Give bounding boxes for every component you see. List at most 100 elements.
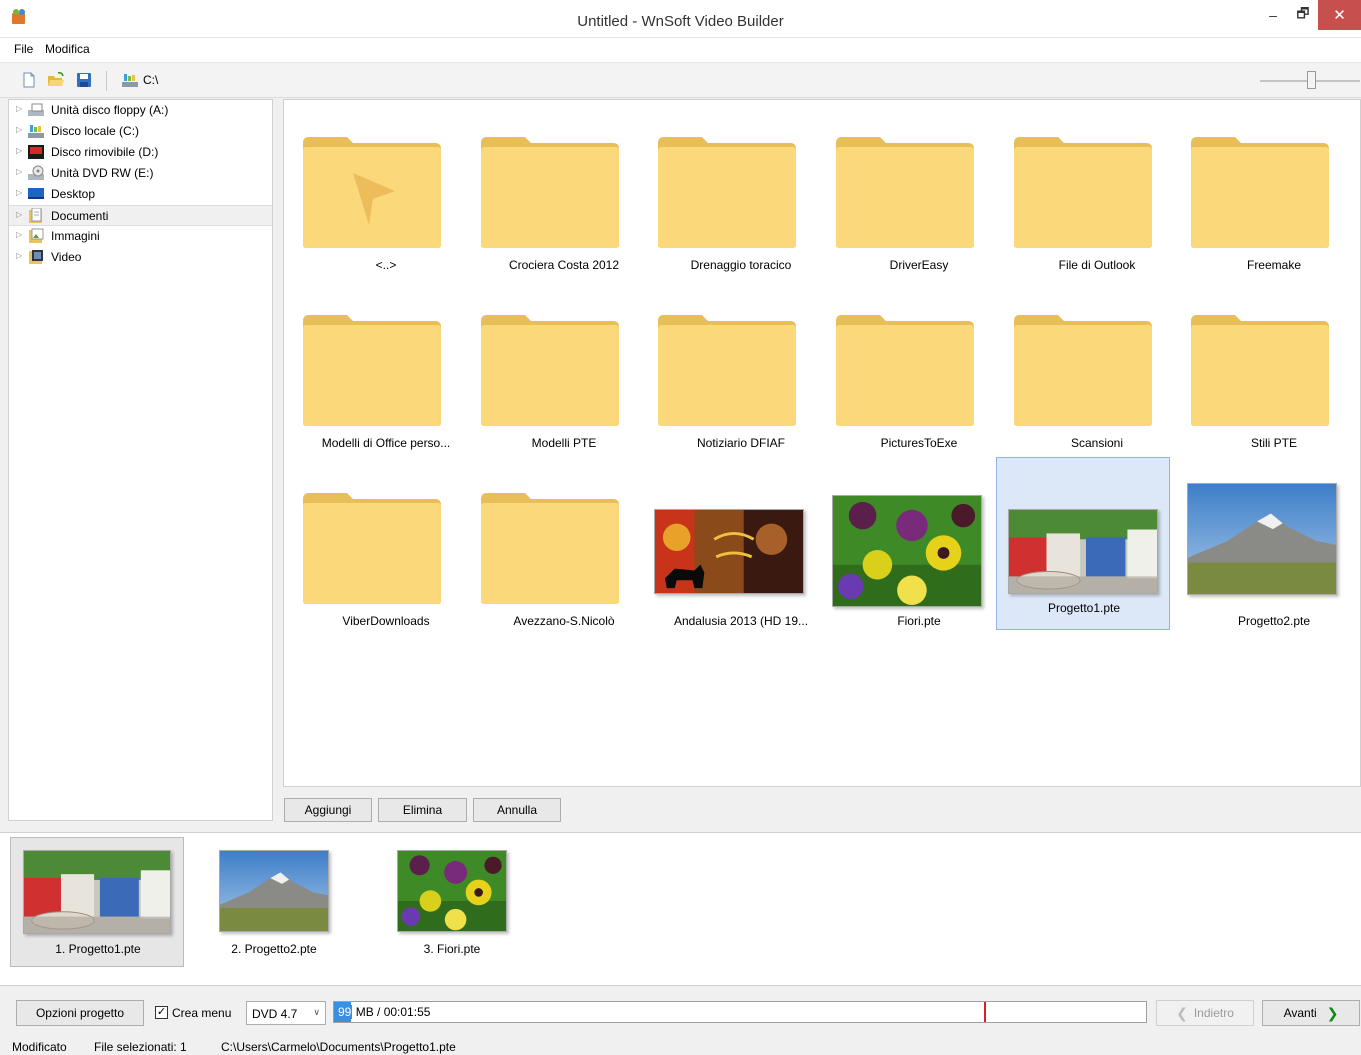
- zoom-slider-handle[interactable]: [1307, 71, 1316, 89]
- save-icon[interactable]: [75, 71, 93, 89]
- file-label: Drenaggio toracico: [690, 258, 792, 272]
- slide-item-selected[interactable]: 1. Progetto1.pte: [10, 837, 184, 967]
- file-label: Stili PTE: [1250, 436, 1297, 450]
- expand-arrow-icon[interactable]: ▷: [16, 104, 22, 113]
- file-label: Progetto2.pte: [1237, 614, 1311, 628]
- expand-arrow-icon[interactable]: ▷: [16, 210, 22, 219]
- file-tile-folder[interactable]: File di Outlook: [1009, 114, 1183, 287]
- tree-item-label: Disco locale (C:): [51, 124, 140, 138]
- folder-icon: [836, 137, 974, 248]
- next-button[interactable]: Avanti ❯: [1262, 1000, 1360, 1026]
- file-tile-folder[interactable]: Scansioni: [1009, 292, 1183, 465]
- expand-arrow-icon[interactable]: ▷: [16, 167, 22, 176]
- file-tile-project[interactable]: Progetto2.pte: [1186, 470, 1360, 643]
- tree-item-label: Disco rimovibile (D:): [51, 145, 159, 159]
- file-tile-folder[interactable]: Modelli PTE: [476, 292, 650, 465]
- tree-item-video[interactable]: ▷ Video: [9, 247, 272, 268]
- mountain-thumbnail: [1187, 483, 1337, 595]
- tree-item-local-disk[interactable]: ▷ Disco locale (C:): [9, 121, 272, 142]
- expand-arrow-icon[interactable]: ▷: [16, 251, 22, 260]
- status-selected-count: File selezionati: 1: [94, 1040, 187, 1054]
- folder-tree: ▷ Unità disco floppy (A:) ▷ Disco locale…: [8, 99, 273, 821]
- toolbar: C:\: [0, 62, 1361, 98]
- file-label: Fiori.pte: [897, 614, 941, 628]
- progress-summary: MB / 00:01:55: [355, 1005, 431, 1019]
- folder-icon: [1191, 315, 1329, 426]
- progress-text: 99 MB / 00:01:55: [337, 1005, 430, 1019]
- drive-icon[interactable]: [121, 71, 139, 89]
- progress-number: 99: [337, 1005, 353, 1019]
- tree-item-dvd-drive[interactable]: ▷ Unità DVD RW (E:): [9, 163, 272, 184]
- file-label: Scansioni: [1070, 436, 1124, 450]
- file-tile-folder[interactable]: Notiziario DFIAF: [653, 292, 827, 465]
- tree-item-label: Unità DVD RW (E:): [51, 166, 154, 180]
- file-label: Notiziario DFIAF: [696, 436, 785, 450]
- add-button[interactable]: Aggiungi: [284, 798, 372, 822]
- file-tile-parent[interactable]: <..>: [298, 114, 472, 287]
- menu-file[interactable]: File: [14, 42, 33, 56]
- file-tile-folder[interactable]: Crociera Costa 2012: [476, 114, 650, 287]
- file-tile-folder[interactable]: Avezzano-S.Nicolò: [476, 470, 650, 643]
- folder-icon: [1014, 315, 1152, 426]
- desktop-icon: [28, 188, 44, 199]
- slide-label: 2. Progetto2.pte: [231, 942, 317, 956]
- open-folder-icon[interactable]: [47, 71, 65, 89]
- file-tile-folder[interactable]: Modelli di Office perso...: [298, 292, 472, 465]
- slide-item[interactable]: 2. Progetto2.pte: [186, 837, 360, 967]
- bottom-bar: Opzioni progetto ✓ Crea menu DVD 4.7 ∨ 9…: [0, 988, 1361, 1036]
- file-tile-project-selected[interactable]: Progetto1.pte: [996, 457, 1170, 630]
- menu-modifica[interactable]: Modifica: [45, 42, 90, 56]
- file-label: Modelli PTE: [531, 436, 597, 450]
- file-label: Freemake: [1246, 258, 1302, 272]
- file-tile-project[interactable]: Fiori.pte: [831, 470, 1005, 643]
- close-button[interactable]: ✕: [1318, 0, 1361, 30]
- next-label: Avanti: [1283, 1006, 1317, 1020]
- flowers-thumbnail: [397, 850, 507, 932]
- pictures-icon: [29, 228, 44, 243]
- removable-disk-icon: [28, 145, 44, 159]
- file-tile-folder[interactable]: Stili PTE: [1186, 292, 1360, 465]
- folder-icon: [481, 137, 619, 248]
- create-menu-checkbox[interactable]: ✓: [155, 1006, 168, 1019]
- status-file-path: C:\Users\Carmelo\Documents\Progetto1.pte: [221, 1040, 456, 1054]
- file-tile-folder[interactable]: Drenaggio toracico: [653, 114, 827, 287]
- file-tile-folder[interactable]: PicturesToExe: [831, 292, 1005, 465]
- file-tile-folder[interactable]: DriverEasy: [831, 114, 1005, 287]
- file-label: Avezzano-S.Nicolò: [513, 614, 615, 628]
- file-label: Progetto1.pte: [1047, 601, 1121, 615]
- minimize-button[interactable]: –: [1258, 0, 1288, 30]
- expand-arrow-icon[interactable]: ▷: [16, 125, 22, 134]
- flowers-thumbnail: [832, 495, 982, 607]
- new-file-icon[interactable]: [20, 71, 38, 89]
- expand-arrow-icon[interactable]: ▷: [16, 188, 22, 197]
- status-state: Modificato: [12, 1040, 67, 1054]
- file-tile-folder[interactable]: Freemake: [1186, 114, 1360, 287]
- expand-arrow-icon[interactable]: ▷: [16, 146, 22, 155]
- folder-icon: [481, 315, 619, 426]
- project-options-button[interactable]: Opzioni progetto: [16, 1000, 144, 1026]
- cancel-button[interactable]: Annulla: [473, 798, 561, 822]
- title-bar: Untitled - WnSoft Video Builder – 🗗 ✕: [0, 0, 1361, 38]
- tree-item-label: Video: [51, 250, 82, 264]
- dvd-size-select[interactable]: DVD 4.7 ∨: [246, 1001, 326, 1025]
- tree-item-floppy[interactable]: ▷ Unità disco floppy (A:): [9, 100, 272, 121]
- file-tile-folder[interactable]: ViberDownloads: [298, 470, 472, 643]
- tree-item-label: Documenti: [51, 209, 109, 223]
- tree-item-label: Desktop: [51, 187, 96, 201]
- file-tile-project[interactable]: Andalusia 2013 (HD 19...: [653, 470, 827, 643]
- tree-item-desktop[interactable]: ▷ Desktop: [9, 184, 272, 205]
- capacity-marker: [984, 1002, 986, 1022]
- folder-icon: [303, 315, 441, 426]
- folder-icon: [1191, 137, 1329, 248]
- tree-item-pictures[interactable]: ▷ Immagini: [9, 226, 272, 247]
- slide-item[interactable]: 3. Fiori.pte: [364, 837, 538, 967]
- folder-icon: [658, 315, 796, 426]
- tree-item-documents[interactable]: ▷ Documenti: [9, 205, 272, 226]
- file-label: File di Outlook: [1058, 258, 1136, 272]
- folder-icon: [303, 493, 441, 604]
- maximize-button[interactable]: 🗗: [1288, 0, 1318, 30]
- back-button[interactable]: ❮ Indietro: [1156, 1000, 1254, 1026]
- remove-button[interactable]: Elimina: [378, 798, 467, 822]
- expand-arrow-icon[interactable]: ▷: [16, 230, 22, 239]
- tree-item-removable-disk[interactable]: ▷ Disco rimovibile (D:): [9, 142, 272, 163]
